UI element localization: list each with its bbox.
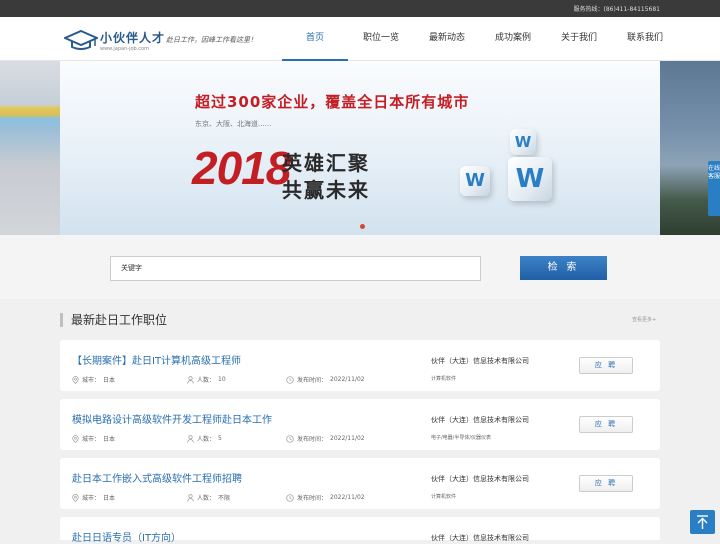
back-to-top-button[interactable] xyxy=(690,510,715,534)
job-headcount: 人数： 不限 xyxy=(187,493,230,502)
section-title: 最新赴日工作职位 xyxy=(60,313,167,327)
banner-slogan-line1: 英雄汇聚 xyxy=(282,151,370,175)
latest-jobs-section: 最新赴日工作职位 查看更多+ 【长期案件】赴日IT计算机高级工程师 城市： 日本 … xyxy=(0,299,720,544)
logo-slogan: 赴日工作，因峰工作看这里！ xyxy=(166,36,257,44)
job-publish-date: 发布时间： 2022/11/02 xyxy=(286,434,365,443)
date-label: 发布时间： xyxy=(297,377,328,384)
site-header: 小伙伴人才 赴日工作，因峰工作看这里！ www.japan-job.com 首页… xyxy=(0,17,720,61)
nav-success-cases[interactable]: 成功案例 xyxy=(480,17,546,61)
person-icon xyxy=(187,375,194,384)
headcount-value: 不限 xyxy=(218,495,231,502)
cube-graphic: W xyxy=(510,129,536,155)
graduation-cap-icon xyxy=(64,29,98,50)
headcount-value: 10 xyxy=(218,376,226,383)
cube-letter: W xyxy=(465,170,485,191)
arrow-up-icon xyxy=(697,515,708,529)
job-city: 城市： 日本 xyxy=(72,375,115,384)
job-title-link[interactable]: 模拟电路设计高级软件开发工程师赴日本工作 xyxy=(72,411,272,426)
job-card[interactable]: 赴日本工作嵌入式高级软件工程师招聘 城市： 日本 人数： 不限 发布时间： 2022/… xyxy=(60,458,660,509)
job-card[interactable]: 【长期案件】赴日IT计算机高级工程师 城市： 日本 人数： 10 发布时间： 2022… xyxy=(60,340,660,391)
site-logo[interactable]: 小伙伴人才 赴日工作，因峰工作看这里！ www.japan-job.com xyxy=(64,27,274,57)
apply-button[interactable]: 应 聘 xyxy=(579,416,633,433)
person-icon xyxy=(187,493,194,502)
job-publish-date: 发布时间： 2022/11/02 xyxy=(286,493,365,502)
headcount-label: 人数： xyxy=(197,377,216,384)
job-city: 城市： 日本 xyxy=(72,493,115,502)
nav-job-list[interactable]: 职位一览 xyxy=(348,17,414,61)
banner-slide[interactable]: 超过300家企业，覆盖全日本所有城市 东京、大阪、北海道...... 2018 … xyxy=(60,61,660,235)
online-service-tab[interactable]: 在线客服 xyxy=(708,161,720,216)
banner-headline: 超过300家企业，覆盖全日本所有城市 xyxy=(195,93,470,111)
clock-icon xyxy=(286,375,294,384)
city-label: 城市： xyxy=(82,495,101,502)
city-value: 日本 xyxy=(103,377,116,384)
headcount-value: 5 xyxy=(218,435,222,442)
nav-about-us[interactable]: 关于我们 xyxy=(546,17,612,61)
apply-button[interactable]: 应 聘 xyxy=(579,357,633,374)
company-name: 伙伴（大连）信息技术有限公司 xyxy=(431,534,529,542)
cube-graphic: W xyxy=(508,157,552,201)
cube-graphic: W xyxy=(460,166,490,196)
job-publish-date: 发布时间： 2022/11/02 xyxy=(286,375,365,384)
banner-slogan-line2: 共赢未来 xyxy=(282,178,370,202)
logo-url: www.japan-job.com xyxy=(100,46,149,52)
job-category: 计算机软件 xyxy=(431,376,457,382)
top-bar: 服务热线：(86)411-84115681 xyxy=(0,0,720,17)
apply-button[interactable]: 应 聘 xyxy=(579,475,633,492)
location-pin-icon xyxy=(72,434,79,443)
company-name: 伙伴（大连）信息技术有限公司 xyxy=(431,357,529,365)
clock-icon xyxy=(286,434,294,443)
company-name: 伙伴（大连）信息技术有限公司 xyxy=(431,475,529,483)
job-title-link[interactable]: 【长期案件】赴日IT计算机高级工程师 xyxy=(72,352,241,367)
job-headcount: 人数： 5 xyxy=(187,434,222,443)
city-value: 日本 xyxy=(103,436,116,443)
banner-carousel: 超过300家企业，覆盖全日本所有城市 东京、大阪、北海道...... 2018 … xyxy=(0,61,720,235)
service-hotline: 服务热线：(86)411-84115681 xyxy=(573,6,660,13)
nav-news[interactable]: 最新动态 xyxy=(414,17,480,61)
banner-year: 2018 xyxy=(192,142,291,194)
company-name: 伙伴（大连）信息技术有限公司 xyxy=(431,416,529,424)
date-value: 2022/11/02 xyxy=(330,494,365,501)
logo-brand-name: 小伙伴人才 xyxy=(100,31,166,45)
job-title-link[interactable]: 赴日本工作嵌入式高级软件工程师招聘 xyxy=(72,470,242,485)
nav-contact-us[interactable]: 联系我们 xyxy=(612,17,678,61)
banner-cities: 东京、大阪、北海道...... xyxy=(195,120,272,128)
job-title-link[interactable]: 赴日日语专员（IT方向） xyxy=(72,529,181,544)
main-nav: 首页 职位一览 最新动态 成功案例 关于我们 联系我们 xyxy=(282,17,678,61)
keyword-search-input[interactable]: 关键字 xyxy=(110,256,481,281)
search-area: 关键字 检 索 xyxy=(0,235,720,299)
carousel-dot[interactable] xyxy=(360,224,365,229)
banner-prev-slide-preview[interactable] xyxy=(0,61,60,235)
location-pin-icon xyxy=(72,375,79,384)
date-label: 发布时间： xyxy=(297,436,328,443)
nav-home[interactable]: 首页 xyxy=(282,17,348,61)
city-value: 日本 xyxy=(103,495,116,502)
job-city: 城市： 日本 xyxy=(72,434,115,443)
job-category: 电子/电器/半导体/仪器仪表 xyxy=(431,435,492,441)
headcount-label: 人数： xyxy=(197,436,216,443)
search-button[interactable]: 检 索 xyxy=(520,256,607,280)
cube-letter: W xyxy=(514,133,532,151)
location-pin-icon xyxy=(72,493,79,502)
job-card[interactable]: 模拟电路设计高级软件开发工程师赴日本工作 城市： 日本 人数： 5 发布时间： 202… xyxy=(60,399,660,450)
date-value: 2022/11/02 xyxy=(330,435,365,442)
date-value: 2022/11/02 xyxy=(330,376,365,383)
city-label: 城市： xyxy=(82,377,101,384)
person-icon xyxy=(187,434,194,443)
headcount-label: 人数： xyxy=(197,495,216,502)
job-card[interactable]: 赴日日语专员（IT方向） 伙伴（大连）信息技术有限公司 xyxy=(60,517,660,544)
city-label: 城市： xyxy=(82,436,101,443)
cube-letter: W xyxy=(515,164,545,194)
date-label: 发布时间： xyxy=(297,495,328,502)
job-headcount: 人数： 10 xyxy=(187,375,226,384)
clock-icon xyxy=(286,493,294,502)
view-more-link[interactable]: 查看更多+ xyxy=(632,316,656,323)
job-category: 计算机软件 xyxy=(431,494,457,500)
